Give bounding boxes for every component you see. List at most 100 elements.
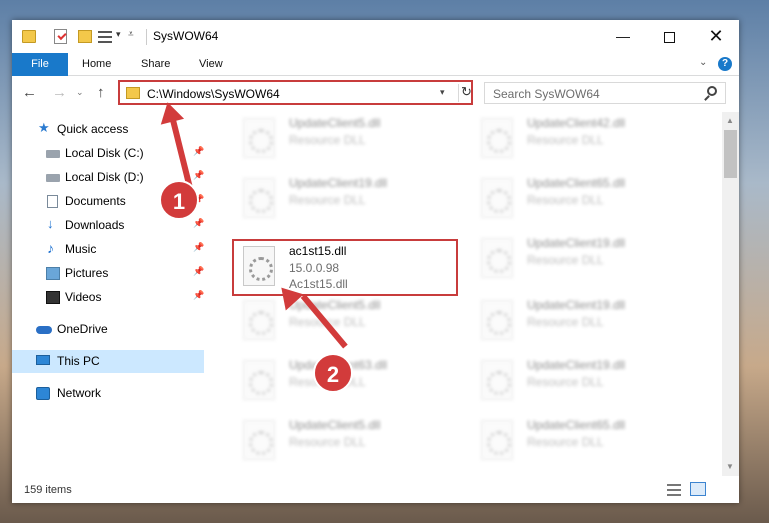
sidebar-item-videos[interactable]: Videos 📌 [12, 286, 204, 309]
new-folder-icon[interactable] [78, 30, 92, 43]
maximize-button[interactable] [646, 20, 692, 52]
dll-file-icon [481, 360, 513, 400]
tab-share[interactable]: Share [141, 53, 170, 76]
videos-icon [46, 291, 60, 304]
ribbon: File Home Share View ⌄ ? [12, 53, 739, 76]
file-item[interactable]: UpdateClient5.dll Resource DLL [227, 112, 451, 168]
file-name: UpdateClient19.dll [527, 236, 626, 250]
file-type: Resource DLL [289, 435, 366, 449]
sidebar-item-label: Pictures [65, 266, 109, 280]
file-name: UpdateClient19.dll [527, 358, 626, 372]
tab-view[interactable]: View [199, 53, 223, 76]
sidebar-item-label: Videos [65, 290, 102, 304]
window-title: SysWOW64 [153, 29, 219, 43]
dll-file-icon [243, 420, 275, 460]
file-name: UpdateClient19.dll [289, 176, 388, 190]
file-name: UpdateClient5.dll [289, 418, 381, 432]
file-item[interactable]: UpdateClient65.dll Resource DLL [465, 172, 689, 228]
recent-locations-icon[interactable]: ⌄ [76, 87, 84, 98]
customize-quick-access-icon[interactable]: ⩡ [128, 29, 134, 45]
sidebar-item-onedrive[interactable]: OneDrive [12, 318, 204, 341]
file-name: UpdateClient65.dll [527, 418, 626, 432]
sidebar-item-label: Quick access [57, 122, 129, 136]
vertical-scrollbar[interactable]: ▲ ▼ [722, 112, 739, 476]
sidebar-item-label: Downloads [65, 218, 125, 232]
item-count: 159 items [24, 484, 72, 496]
search-icon [707, 86, 717, 96]
view-icon[interactable] [98, 31, 112, 43]
drive-icon [46, 174, 60, 182]
sidebar-item-music[interactable]: ♪ Music 📌 [12, 238, 204, 261]
documents-icon [47, 195, 58, 208]
dll-file-icon [243, 360, 275, 400]
back-button[interactable]: ← [22, 84, 37, 101]
sidebar-item-this-pc[interactable]: This PC [12, 350, 204, 373]
file-name: UpdateClient65.dll [527, 176, 626, 190]
dll-file-icon [243, 178, 275, 218]
file-item[interactable]: UpdateClient19.dll Resource DLL [465, 232, 689, 288]
file-name: UpdateClient19.dll [527, 298, 626, 312]
expand-ribbon-icon[interactable]: ⌄ [699, 57, 707, 68]
pin-icon: 📌 [193, 290, 205, 300]
close-button[interactable]: ✕ [693, 20, 739, 52]
properties-icon[interactable] [54, 29, 67, 44]
file-item[interactable]: UpdateClient42.dll Resource DLL [465, 112, 689, 168]
scrollbar-thumb[interactable] [724, 130, 737, 178]
file-type: Resource DLL [527, 193, 604, 207]
sidebar-item-label: Documents [65, 194, 126, 208]
file-type: Resource DLL [289, 193, 366, 207]
maximize-icon [663, 31, 675, 43]
star-icon: ★ [38, 120, 50, 135]
chevron-down-icon[interactable]: ▾ [116, 29, 121, 45]
minimize-button[interactable]: — [600, 20, 646, 52]
up-button[interactable]: ↑ [97, 84, 105, 101]
music-icon: ♪ [47, 240, 54, 256]
tab-file[interactable]: File [12, 53, 68, 76]
sidebar-item-local-disk-c[interactable]: Local Disk (C:) 📌 [12, 142, 204, 165]
file-item[interactable]: UpdateClient19.dll Resource DLL [465, 294, 689, 350]
dll-file-icon [481, 118, 513, 158]
dll-file-icon [481, 238, 513, 278]
file-type: Resource DLL [527, 253, 604, 267]
divider [146, 29, 147, 45]
search-input[interactable]: Search SysWOW64 [484, 82, 726, 104]
pictures-icon [46, 267, 60, 280]
file-type: Resource DLL [289, 133, 366, 147]
downloads-icon: ↓ [47, 216, 54, 231]
pin-icon: 📌 [193, 266, 205, 276]
scroll-up-icon[interactable]: ▲ [726, 116, 734, 125]
scroll-down-icon[interactable]: ▼ [726, 462, 734, 471]
sidebar-item-label: Music [65, 242, 97, 256]
tab-home[interactable]: Home [82, 53, 111, 76]
dll-file-icon [243, 118, 275, 158]
onedrive-icon [36, 326, 52, 334]
file-item[interactable]: UpdateClient19.dll Resource DLL [465, 354, 689, 410]
file-type: Resource DLL [527, 375, 604, 389]
file-item[interactable]: UpdateClient65.dll Resource DLL [465, 414, 689, 470]
file-type: Resource DLL [527, 315, 604, 329]
file-type: Resource DLL [527, 133, 604, 147]
drive-icon [46, 150, 60, 158]
details-view-icon[interactable] [667, 484, 681, 496]
sidebar-item-pictures[interactable]: Pictures 📌 [12, 262, 204, 285]
dll-file-icon [243, 300, 275, 340]
sidebar-item-label: Local Disk (D:) [65, 170, 144, 184]
sidebar-item-label: Network [57, 386, 102, 400]
sidebar-item-label: Local Disk (C:) [65, 146, 144, 160]
forward-button[interactable]: → [52, 84, 67, 101]
file-item[interactable]: UpdateClient19.dll Resource DLL [227, 172, 451, 228]
file-type: Resource DLL [527, 435, 604, 449]
sidebar-item-network[interactable]: Network [12, 382, 204, 405]
large-icons-view-icon[interactable] [690, 482, 706, 496]
folder-icon[interactable] [22, 30, 36, 43]
sidebar-item-label: This PC [57, 354, 100, 368]
file-name: UpdateClient42.dll [527, 116, 626, 130]
sidebar-item-label: OneDrive [57, 322, 108, 336]
file-item[interactable]: UpdateClient5.dll Resource DLL [227, 414, 451, 470]
pc-icon [36, 355, 50, 365]
help-icon[interactable]: ? [718, 57, 732, 71]
network-icon [36, 387, 50, 400]
file-highlight-box [232, 239, 458, 296]
title-bar: ▾ ⩡ SysWOW64 — ✕ [12, 20, 739, 53]
status-bar: 159 items [12, 476, 739, 503]
